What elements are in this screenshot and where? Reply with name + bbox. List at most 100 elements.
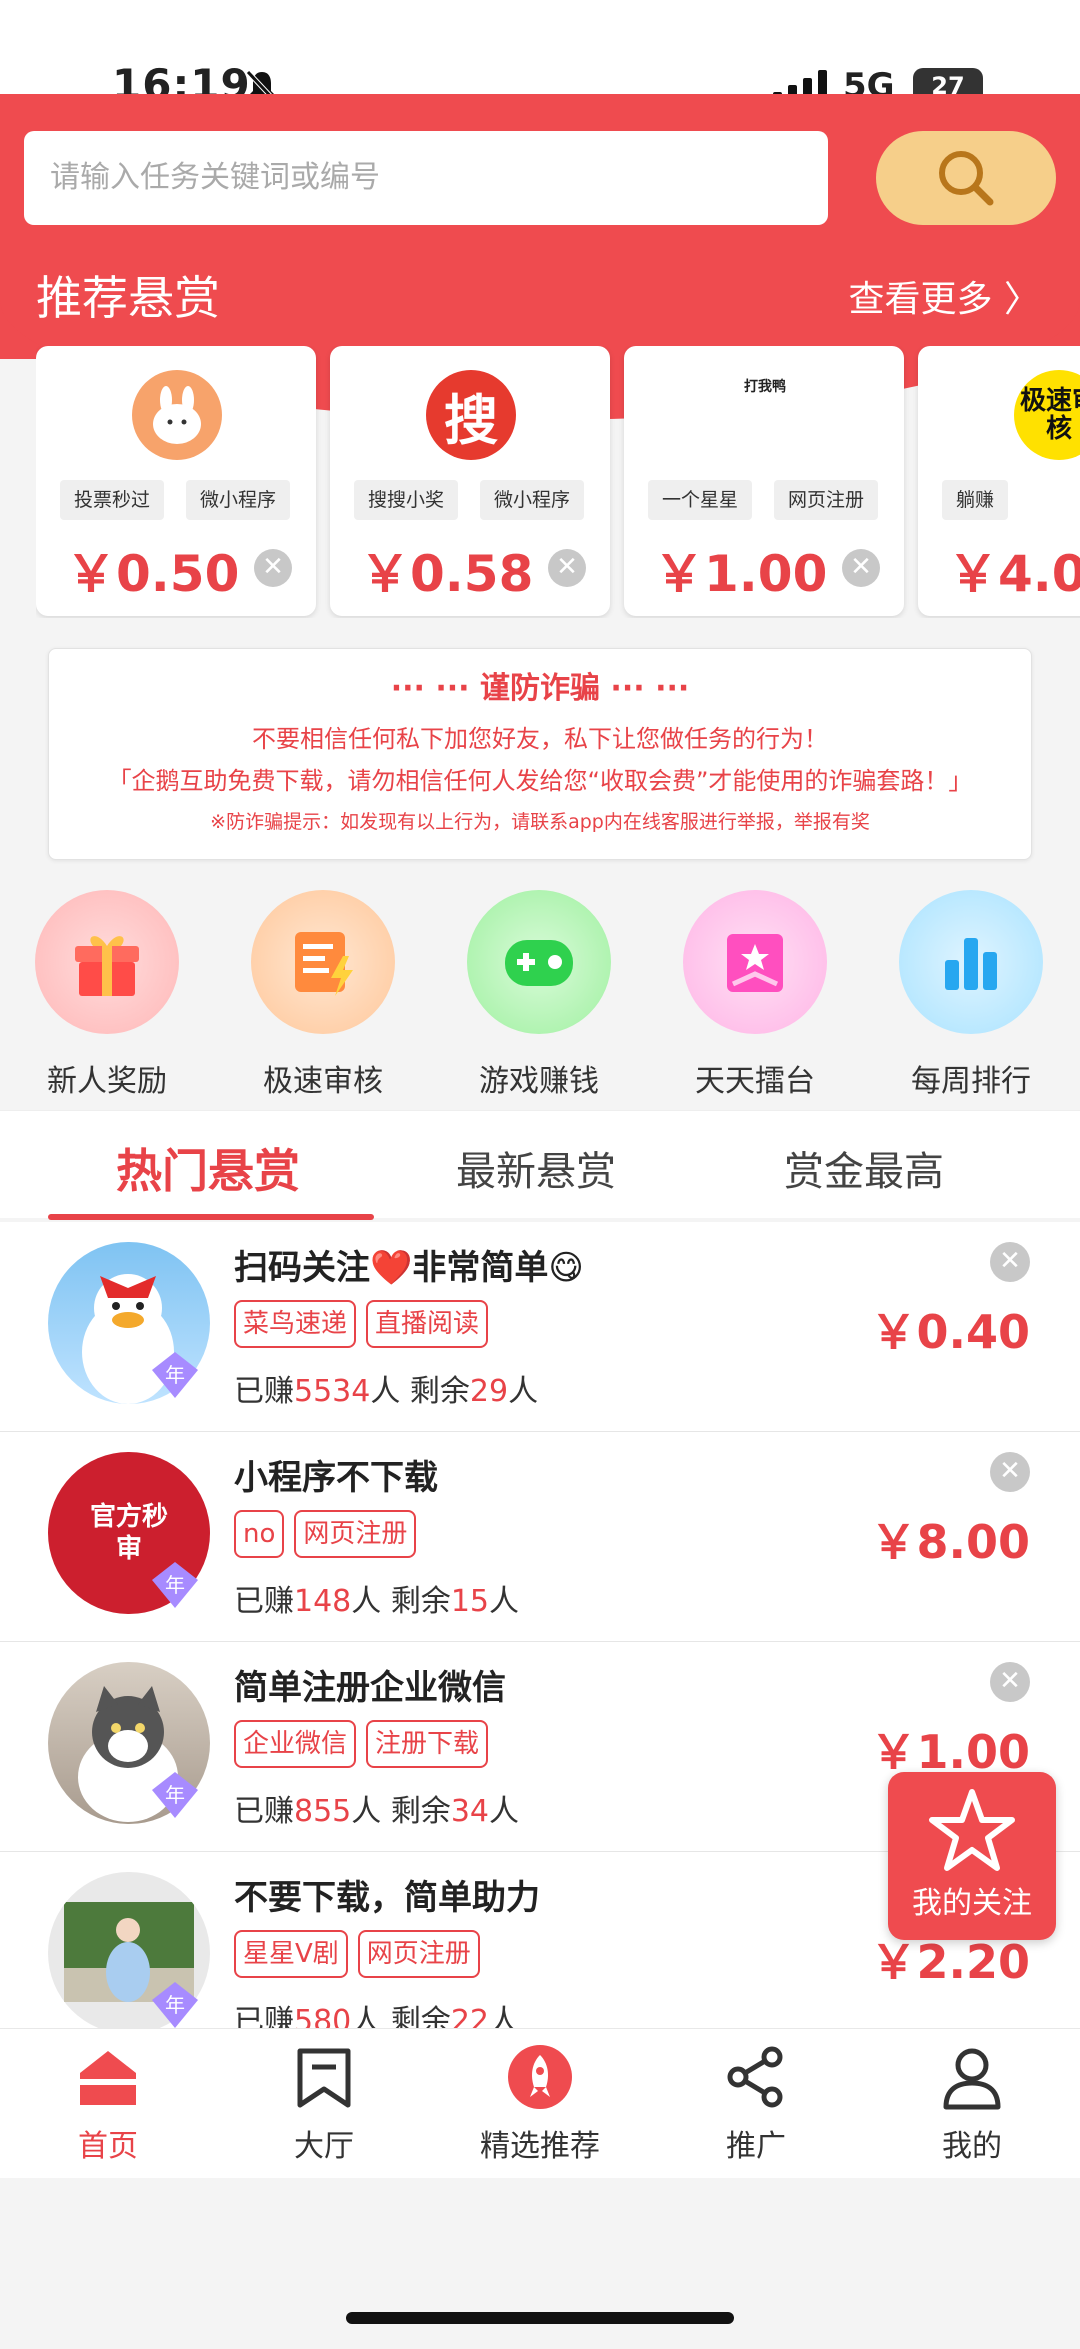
follow-label: 我的关注	[912, 1886, 1032, 1921]
close-icon[interactable]: ✕	[990, 1452, 1030, 1492]
quick-action-weekly-rank[interactable]: 每周排行	[886, 890, 1056, 1100]
nav-label: 推广	[726, 2129, 786, 2164]
bottom-nav: 首页 大厅 精选推荐 推广 我的	[0, 2028, 1080, 2178]
star-card-icon	[727, 934, 783, 992]
home-icon	[80, 2051, 136, 2105]
bar-chart-icon	[945, 938, 997, 990]
quick-action-new-user-reward[interactable]: 新人奖励	[22, 890, 192, 1100]
task-tag: 网页注册	[294, 1510, 417, 1558]
close-icon[interactable]: ✕	[990, 1662, 1030, 1702]
nav-label: 首页	[78, 2129, 138, 2164]
fraud-warning-banner: ··· ··· 谨防诈骗 ··· ··· 不要相信任何私下加您好友，私下让您做任…	[48, 648, 1032, 860]
task-title: 小程序不下载	[234, 1458, 438, 1498]
svg-text:年: 年	[165, 1783, 185, 1807]
task-stats: 已赚5534人 剩余29人	[234, 1374, 539, 1409]
recommend-title: 推荐悬赏	[36, 271, 220, 325]
my-follow-button[interactable]: 我的关注	[888, 1772, 1056, 1940]
task-row[interactable]: 年 扫码关注❤️非常简单😋 菜鸟速递 直播阅读 已赚5534人 剩余29人 ￥0…	[0, 1222, 1080, 1432]
warning-tip: ※防诈骗提示：如发现有以上行为，请联系app内在线客服进行举报，举报有奖	[210, 811, 870, 833]
card-tag: 投票秒过	[60, 480, 165, 520]
nav-home[interactable]: 首页	[28, 2043, 188, 2165]
share-icon	[727, 2046, 783, 2108]
close-icon[interactable]: ✕	[548, 549, 586, 587]
card-tag: 搜搜小奖	[354, 480, 459, 520]
recommend-card[interactable]: 投票秒过 微小程序 ￥0.50 ✕	[36, 346, 316, 616]
quick-action-label: 游戏赚钱	[479, 1064, 599, 1099]
quick-action-game-earn[interactable]: 游戏赚钱	[454, 890, 624, 1100]
svg-text:年: 年	[165, 1363, 185, 1387]
quick-action-fast-review[interactable]: 极速审核	[238, 890, 408, 1100]
card-tag: 微小程序	[186, 480, 291, 520]
task-tag: 网页注册	[357, 1930, 480, 1978]
task-stats: 已赚580人 剩余22人	[234, 2004, 519, 2032]
nav-promote[interactable]: 推广	[676, 2043, 836, 2165]
card-tag: 微小程序	[480, 480, 585, 520]
quick-action-label: 天天擂台	[695, 1064, 815, 1099]
task-tag: 企业微信	[234, 1720, 357, 1768]
card-price: ￥4.0	[948, 545, 1080, 603]
year-badge-icon: 年	[152, 1772, 198, 1818]
fast-review-icon	[295, 932, 353, 996]
warning-title: ··· ··· 谨防诈骗 ··· ···	[390, 671, 690, 706]
duck-logo-icon: 打我鸭	[720, 370, 810, 460]
close-icon[interactable]: ✕	[842, 549, 880, 587]
nav-hall[interactable]: 大厅	[244, 2043, 404, 2165]
nav-label: 我的	[942, 2129, 1002, 2164]
gamepad-icon	[505, 940, 573, 986]
fast-review-logo-icon: 极速审核	[1014, 370, 1080, 460]
card-price: ￥0.58	[360, 545, 534, 603]
search-button[interactable]	[876, 131, 1056, 225]
recommend-card[interactable]: 搜 搜搜小奖 微小程序 ￥0.58 ✕	[330, 346, 610, 616]
task-tabs: 热门悬赏 最新悬赏 赏金最高	[0, 1110, 1080, 1218]
hall-icon	[297, 2048, 351, 2108]
close-icon[interactable]: ✕	[990, 1242, 1030, 1282]
year-badge-icon: 年	[152, 1982, 198, 2028]
card-tag: 一个星星	[648, 480, 753, 520]
user-icon	[943, 2048, 1001, 2110]
task-price: ￥0.40	[870, 1305, 1031, 1359]
nav-mine[interactable]: 我的	[892, 2043, 1052, 2165]
nav-featured[interactable]: 精选推荐	[460, 2043, 620, 2165]
recommend-card[interactable]: 打我鸭 一个星星 网页注册 ￥1.00 ✕	[624, 346, 904, 616]
search-input[interactable]: 请输入任务关键词或编号	[24, 131, 828, 225]
task-tag: 菜鸟速递	[234, 1300, 357, 1348]
year-badge-icon: 年	[152, 1352, 198, 1398]
card-tag: 网页注册	[774, 480, 879, 520]
sousou-logo-icon: 搜	[426, 370, 516, 460]
quick-action-daily-arena[interactable]: 天天擂台	[670, 890, 840, 1100]
tab-latest[interactable]: 最新悬赏	[456, 1139, 616, 1197]
svg-text:年: 年	[165, 1993, 185, 2017]
nav-label: 精选推荐	[480, 2129, 600, 2164]
rocket-icon	[508, 2045, 572, 2109]
active-tab-indicator	[48, 1214, 374, 1220]
quick-actions: 新人奖励 极速审核 游戏赚钱 天天擂台 每周排行	[0, 890, 1080, 1100]
card-price: ￥0.50	[66, 545, 240, 603]
view-more-link[interactable]: 查看更多 〉	[849, 270, 1040, 322]
close-icon[interactable]: ✕	[254, 549, 292, 587]
task-title: 不要下载，简单助力	[234, 1878, 540, 1918]
tab-hot[interactable]: 热门悬赏	[116, 1135, 300, 1201]
year-badge-icon: 年	[152, 1562, 198, 1608]
task-tag: 直播阅读	[366, 1300, 489, 1348]
task-title: 简单注册企业微信	[234, 1668, 506, 1708]
quick-action-label: 新人奖励	[47, 1064, 167, 1099]
task-price: ￥8.00	[870, 1515, 1031, 1569]
home-indicator[interactable]	[346, 2312, 734, 2324]
nav-label: 大厅	[294, 2129, 354, 2164]
task-title: 扫码关注❤️非常简单😋	[234, 1248, 584, 1288]
task-tag: 星星V剧	[234, 1930, 348, 1978]
status-bar: 16:19 5G 27	[0, 0, 1080, 109]
bunny-logo-icon	[132, 370, 222, 460]
card-price: ￥1.00	[654, 545, 828, 603]
task-tag: no	[234, 1510, 285, 1558]
tab-highest-reward[interactable]: 赏金最高	[784, 1139, 944, 1197]
gift-icon	[75, 936, 139, 996]
quick-action-label: 极速审核	[263, 1064, 383, 1099]
recommend-card[interactable]: 极速审核 躺赚 ￥4.0	[918, 346, 1080, 616]
warning-line: 「企鹅互助免费下载，请勿相信任何人发给您“收取会费”才能使用的诈骗套路！」	[107, 767, 973, 795]
task-stats: 已赚855人 剩余34人	[234, 1794, 519, 1829]
task-row[interactable]: 官方秒审 年 小程序不下载 no 网页注册 已赚148人 剩余15人 ￥8.00…	[0, 1432, 1080, 1642]
task-stats: 已赚148人 剩余15人	[234, 1584, 519, 1619]
task-tag: 注册下载	[366, 1720, 489, 1768]
star-icon	[929, 1789, 1015, 1871]
